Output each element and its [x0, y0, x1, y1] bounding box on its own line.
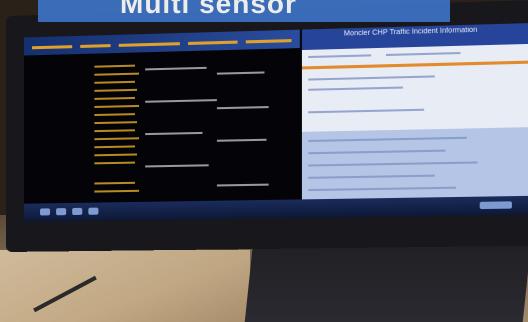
terminal-row — [94, 113, 135, 116]
terminal-row — [94, 89, 137, 92]
monitor-screen: Moncler CHP Traffic Incident Information — [24, 23, 528, 222]
terminal-row — [94, 182, 135, 185]
terminal-text — [145, 164, 209, 167]
caption-banner: Multi sensor — [38, 0, 450, 22]
taskbar-icon — [72, 208, 82, 215]
terminal-row — [94, 145, 135, 148]
terminal-text — [145, 99, 217, 103]
web-text — [386, 52, 460, 56]
menu-stripe — [80, 44, 110, 48]
web-text — [308, 54, 371, 58]
menu-stripe — [32, 45, 72, 49]
web-text — [308, 75, 435, 80]
incident-table-header — [302, 60, 528, 69]
menu-stripe — [188, 41, 237, 45]
terminal-row — [94, 105, 139, 108]
taskbar-icon — [40, 208, 50, 215]
incident-web-pane: Moncler CHP Traffic Incident Information — [302, 23, 528, 200]
terminal-row — [94, 121, 137, 124]
terminal-row — [94, 97, 135, 100]
terminal-row — [94, 65, 135, 68]
terminal-text — [145, 67, 206, 71]
menu-stripe — [246, 39, 292, 43]
terminal-row — [94, 81, 135, 84]
web-text — [308, 109, 424, 114]
web-text — [308, 137, 467, 142]
terminal-text — [217, 184, 269, 187]
incident-list — [302, 127, 528, 200]
terminal-text — [217, 71, 265, 74]
terminal-row — [94, 73, 139, 76]
paper-document — [0, 250, 250, 322]
incident-header: Moncler CHP Traffic Incident Information — [302, 23, 528, 50]
photo-scene: Moncler CHP Traffic Incident Information — [0, 0, 528, 322]
web-text — [308, 86, 403, 90]
web-text — [308, 187, 456, 191]
taskbar-tray — [480, 201, 512, 209]
menu-stripe — [119, 42, 180, 47]
terminal-row — [94, 137, 139, 140]
incident-title: Moncler CHP Traffic Incident Information — [344, 25, 528, 38]
terminal-row — [94, 153, 137, 156]
terminal-pane — [24, 30, 300, 204]
terminal-row — [94, 129, 135, 132]
caption-text: Multi sensor — [120, 0, 297, 20]
web-text — [308, 150, 445, 155]
terminal-row — [94, 162, 135, 165]
taskbar-icon — [56, 208, 66, 215]
terminal-text — [217, 106, 269, 109]
terminal-text — [145, 132, 202, 135]
taskbar-icon — [88, 208, 98, 215]
web-text — [308, 175, 435, 179]
web-text — [308, 161, 477, 166]
terminal-text — [217, 139, 267, 142]
terminal-row — [94, 190, 139, 193]
terminal-menu-bar — [24, 30, 300, 56]
monitor: Moncler CHP Traffic Incident Information — [6, 0, 528, 252]
